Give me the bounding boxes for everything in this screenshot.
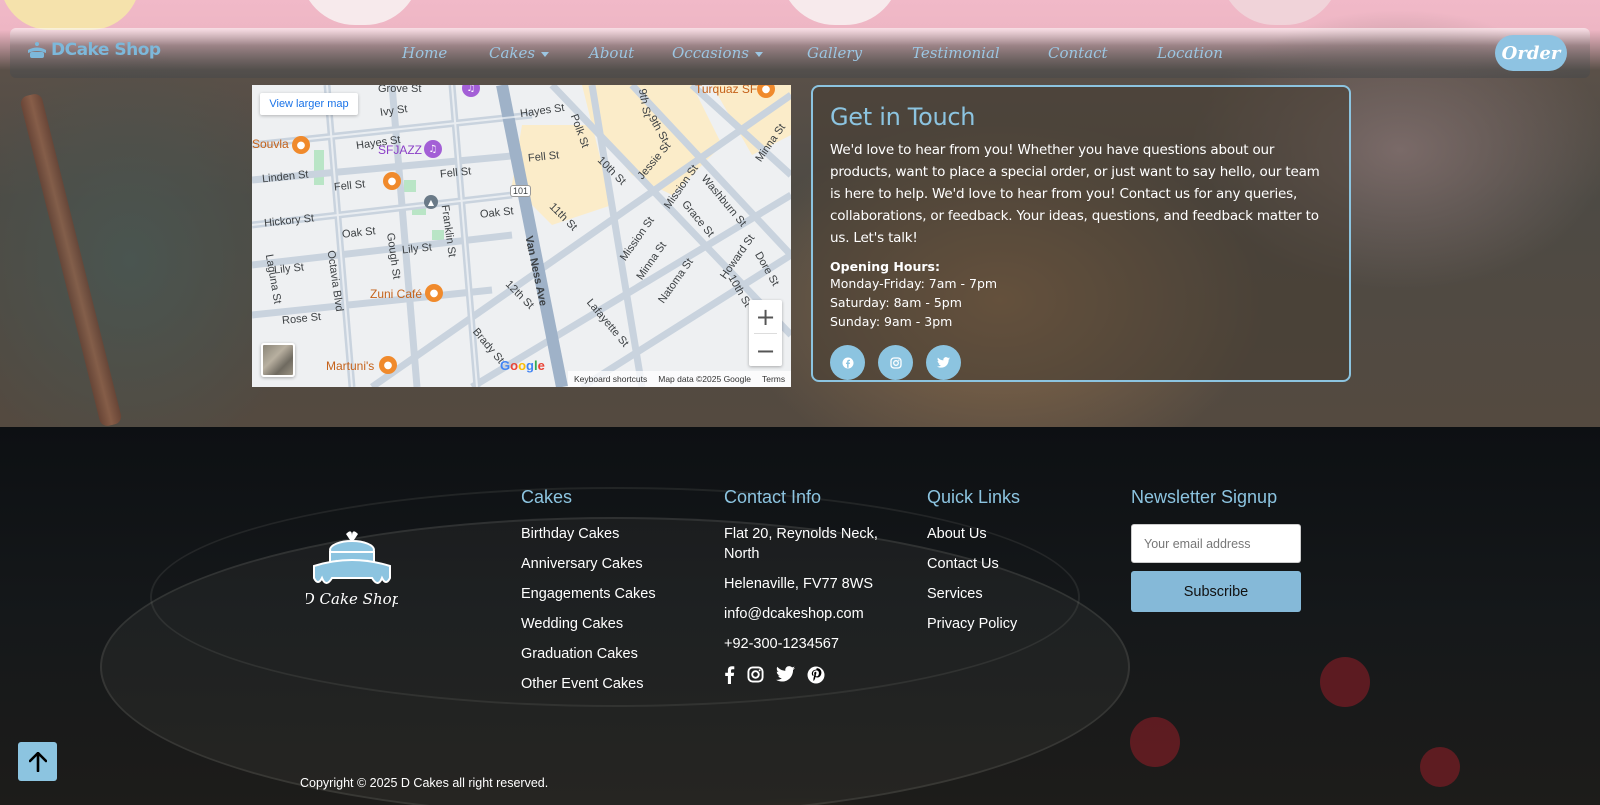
order-button[interactable]: Order	[1495, 35, 1567, 71]
map-label: SFJAZZ	[378, 143, 422, 157]
footer-cake-link[interactable]: Graduation Cakes	[521, 644, 656, 664]
background-decoration	[19, 92, 123, 428]
chevron-down-icon	[541, 51, 550, 57]
satellite-toggle[interactable]	[261, 343, 295, 377]
instagram-icon	[889, 356, 902, 369]
contact-description: We'd love to hear from you! Whether you …	[830, 142, 1320, 246]
subscribe-button[interactable]: Subscribe	[1131, 571, 1301, 612]
hours-sunday: Sunday: 9am - 3pm	[830, 314, 953, 329]
nav-location[interactable]: Location	[1157, 44, 1223, 62]
logo-text: D Cake Shop	[306, 590, 398, 608]
hours-saturday: Saturday: 8am - 5pm	[830, 295, 962, 310]
scroll-to-top-button[interactable]	[18, 742, 57, 781]
footer-address-line2: Helenaville, FV77 8WS	[724, 576, 874, 592]
restaurant-icon[interactable]: ●	[425, 284, 443, 302]
footer-logo[interactable]: D Cake Shop	[302, 528, 402, 612]
footer-phone[interactable]: +92-300-1234567	[724, 634, 904, 654]
newsletter-email-input[interactable]: Your email address	[1131, 524, 1301, 563]
terms-link[interactable]: Terms	[762, 374, 785, 384]
map-label: Martuni's	[326, 359, 375, 373]
footer-cake-link[interactable]: Engagements Cakes	[521, 584, 656, 604]
pinterest-icon	[807, 666, 825, 684]
footer-email[interactable]: info@dcakeshop.com	[724, 604, 904, 624]
instagram-button[interactable]	[878, 345, 913, 380]
map-data-credit: Map data ©2025 Google	[658, 374, 751, 384]
nav-occasions-label: Occasions	[672, 44, 749, 62]
footer-cakes-title: Cakes	[521, 487, 573, 507]
copyright-text: Copyright © 2025 D Cakes all right reser…	[300, 776, 549, 790]
footer-facebook-link[interactable]	[724, 666, 735, 688]
restaurant-icon[interactable]: ●	[292, 136, 310, 154]
instagram-icon	[747, 666, 764, 683]
map-label: Souvla	[252, 137, 289, 151]
footer-cake-link[interactable]: Anniversary Cakes	[521, 554, 656, 574]
footer-quick-link[interactable]: Services	[927, 584, 1020, 604]
map-label: Turquaz SF	[695, 85, 758, 96]
zoom-in-button[interactable]: +	[749, 300, 782, 333]
background-decoration	[1130, 717, 1180, 767]
google-logo: Google	[500, 358, 545, 373]
footer-quick-links-title: Quick Links	[927, 487, 1021, 507]
footer-quick-links-column: Quick Links About Us Contact Us Services…	[927, 487, 1020, 644]
nav-contact[interactable]: Contact	[1048, 44, 1108, 62]
school-icon[interactable]: ▲	[424, 195, 438, 209]
footer-contact-title: Contact Info	[724, 487, 822, 507]
nav-occasions[interactable]: Occasions	[672, 44, 763, 62]
twitter-icon	[776, 666, 795, 682]
footer-quick-link[interactable]: Contact Us	[927, 554, 1020, 574]
background-decoration	[1320, 657, 1370, 707]
nav-cakes-label: Cakes	[489, 44, 536, 62]
contact-card: Get in Touch We'd love to hear from you!…	[811, 85, 1351, 382]
zoom-out-button[interactable]: −	[749, 334, 782, 367]
footer-quick-link[interactable]: Privacy Policy	[927, 614, 1020, 634]
bar-icon[interactable]: ●	[379, 356, 397, 374]
background-decoration	[780, 0, 900, 25]
view-larger-map-link[interactable]: View larger map	[260, 93, 358, 115]
social-links	[830, 345, 1332, 380]
nav-menu: Home Cakes About Occasions Gallery Testi…	[0, 44, 1600, 64]
map-label: Grove St	[378, 85, 422, 95]
footer-cake-link[interactable]: Birthday Cakes	[521, 524, 656, 544]
contact-title: Get in Touch	[830, 103, 976, 131]
footer-cake-link[interactable]: Wedding Cakes	[521, 614, 656, 634]
footer-cakes-column: Cakes Birthday Cakes Anniversary Cakes E…	[521, 487, 656, 704]
arrow-up-icon	[28, 751, 47, 772]
footer-cake-link[interactable]: Other Event Cakes	[521, 674, 656, 694]
map-label: Zuni Café	[370, 287, 423, 301]
twitter-button[interactable]	[926, 345, 961, 380]
twitter-icon	[937, 357, 950, 368]
footer-twitter-link[interactable]	[776, 666, 795, 688]
background-decoration	[300, 0, 420, 25]
nav-home[interactable]: Home	[402, 44, 447, 62]
footer-instagram-link[interactable]	[747, 666, 764, 688]
footer-social-links	[724, 666, 904, 688]
footer-contact-column: Contact Info Flat 20, Reynolds Neck, Nor…	[724, 487, 904, 688]
footer-newsletter-title: Newsletter Signup	[1131, 487, 1278, 507]
footer-quick-link[interactable]: About Us	[927, 524, 1020, 544]
cake-logo-icon: D Cake Shop	[302, 531, 402, 608]
chevron-down-icon	[754, 51, 763, 57]
background-decoration	[0, 0, 140, 30]
footer-pinterest-link[interactable]	[807, 666, 825, 688]
background-decoration	[1420, 747, 1460, 787]
facebook-icon	[842, 357, 853, 368]
keyboard-shortcuts-link[interactable]: Keyboard shortcuts	[574, 374, 647, 384]
restaurant-icon[interactable]: ●	[383, 172, 401, 190]
facebook-button[interactable]	[830, 345, 865, 380]
nav-testimonial[interactable]: Testimonial	[912, 44, 1000, 62]
music-venue-icon[interactable]: ♫	[424, 140, 442, 158]
nav-gallery[interactable]: Gallery	[807, 44, 862, 62]
map-zoom-controls: + −	[749, 300, 782, 366]
footer-address-line1: Flat 20, Reynolds Neck, North	[724, 526, 878, 562]
background-decoration	[1220, 0, 1340, 25]
footer-newsletter-column: Newsletter Signup Your email address Sub…	[1131, 487, 1301, 612]
highway-shield: 101	[510, 185, 532, 197]
opening-hours-title: Opening Hours:	[830, 259, 940, 274]
map-footer: Keyboard shortcuts Map data ©2025 Google…	[568, 371, 791, 387]
nav-cakes[interactable]: Cakes	[489, 44, 550, 62]
nav-about[interactable]: About	[589, 44, 634, 62]
map-embed[interactable]: Grove St Ivy St Hayes St Hayes St Souvla…	[252, 85, 791, 387]
hours-weekday: Monday-Friday: 7am - 7pm	[830, 276, 998, 291]
facebook-icon	[725, 666, 735, 684]
